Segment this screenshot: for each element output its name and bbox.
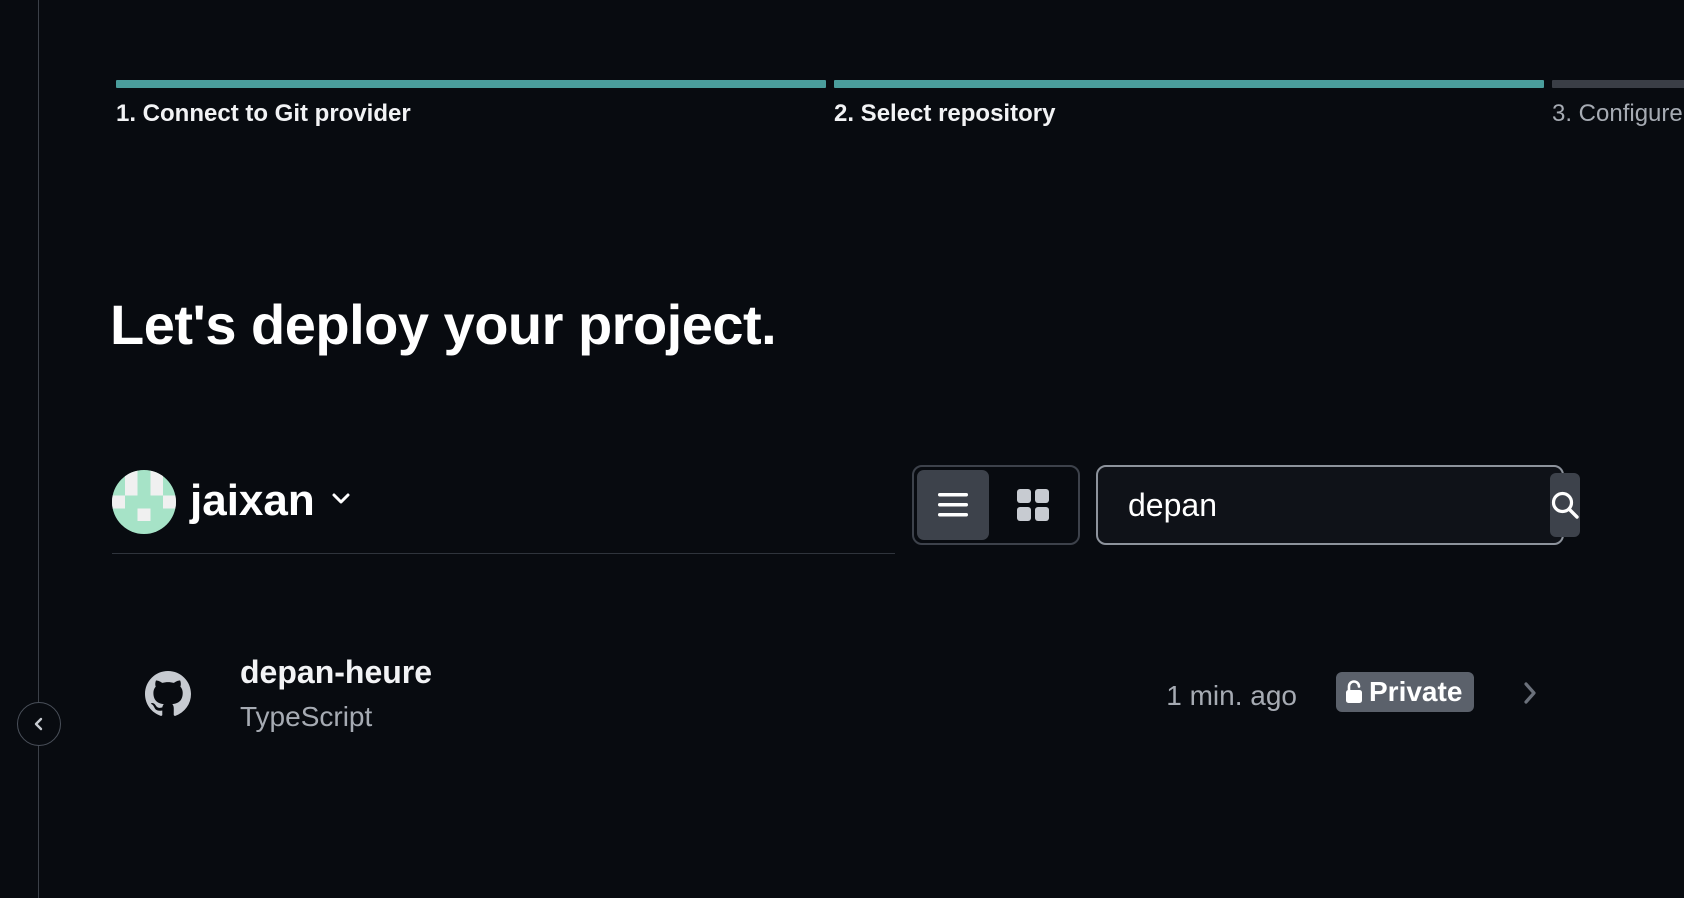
search-box [1096,465,1580,545]
list-view-button[interactable] [917,470,989,540]
chevron-right-icon [1524,682,1536,704]
repository-updated: 1 min. ago [1166,680,1297,711]
sidebar-collapse-button[interactable] [17,702,61,746]
grid-view-button[interactable] [997,470,1069,540]
account-selector[interactable]: jaixan [112,470,895,554]
repository-row[interactable]: depan-heure TypeScript 1 min. ago Privat… [112,640,1552,750]
step-bar [116,80,826,88]
repository-name: depan-heure [240,654,433,690]
repository-language: TypeScript [240,701,373,732]
visibility-label: Private [1369,676,1463,707]
unlock-icon [1346,680,1362,703]
avatar [112,470,176,534]
step-label: 3. Configure [1552,100,1683,127]
page: 1. Connect to Git provider 2. Select rep… [0,0,1684,898]
step-label: 2. Select repository [834,100,1056,127]
step-select-repository: 2. Select repository [834,80,1544,128]
search-button[interactable] [1550,473,1580,537]
search-icon [1551,491,1579,519]
account-name: jaixan [190,476,315,525]
page-title: Let's deploy your project. [110,293,777,356]
step-bar [1552,80,1684,88]
visibility-badge: Private [1336,672,1475,712]
step-configure: 3. Configure [1552,80,1684,128]
step-bar [834,80,1544,88]
step-connect: 1. Connect to Git provider [116,80,826,128]
github-icon [145,671,191,716]
sidebar-divider [38,0,39,898]
progress-steps: 1. Connect to Git provider 2. Select rep… [116,80,1684,140]
chevron-left-icon [34,717,43,731]
repository-info: depan-heure TypeScript [240,654,432,733]
identicon-avatar [112,470,176,534]
step-label: 1. Connect to Git provider [116,100,411,127]
list-view-icon [938,493,968,517]
search-input[interactable] [1098,474,1550,536]
chevron-down-icon [332,493,350,504]
view-toggle [912,465,1080,545]
grid-view-icon [1017,489,1049,521]
